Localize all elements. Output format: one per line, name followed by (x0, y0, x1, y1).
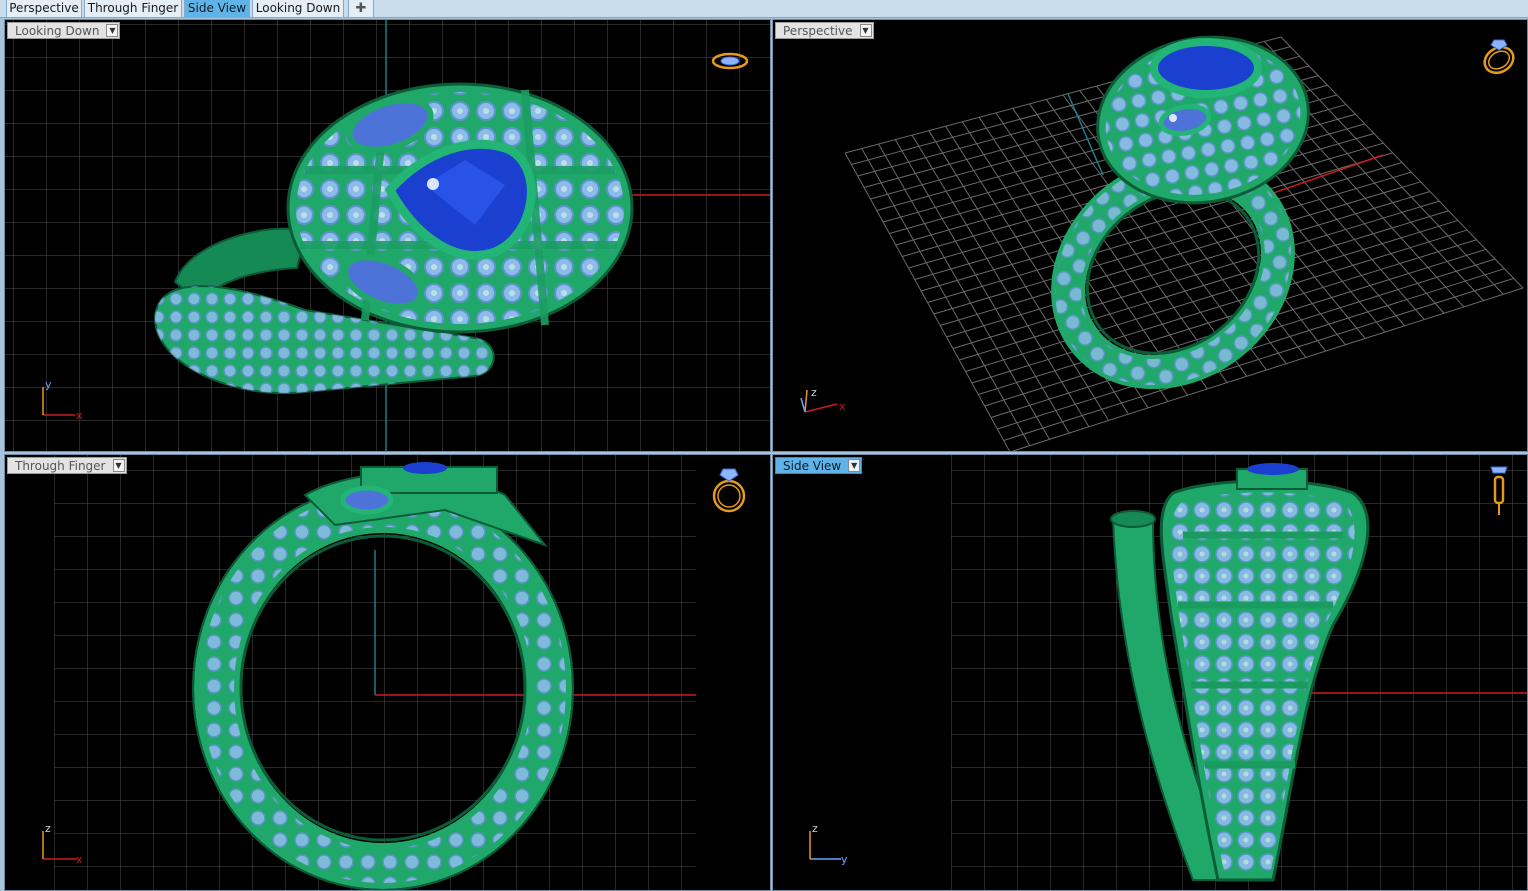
jewelry-cad-window: Perspective Through Finger Side View Loo… (0, 0, 1528, 891)
viewport-label-text: Perspective (783, 24, 853, 38)
gizmo-vertical-label: z (812, 822, 818, 835)
ring-front-orientation-icon[interactable] (712, 468, 746, 513)
plus-icon: ✚ (355, 1, 367, 16)
viewport-side-view[interactable]: z y Side View ▼ (772, 454, 1528, 891)
axis-gizmo: z y (809, 822, 848, 866)
view-tab-bar: Perspective Through Finger Side View Loo… (0, 0, 1528, 18)
gizmo-horizontal-label: x (76, 409, 83, 422)
viewport-label-text: Looking Down (15, 24, 100, 38)
chevron-down-icon[interactable]: ▼ (848, 459, 861, 472)
chevron-down-icon[interactable]: ▼ (106, 24, 119, 37)
gizmo-vertical-label: y (45, 378, 52, 391)
viewport-label-looking-down[interactable]: Looking Down ▼ (7, 22, 121, 39)
viewport-label-text: Side View (783, 459, 842, 473)
viewport-label-through-finger[interactable]: Through Finger ▼ (7, 457, 127, 474)
gizmo-horizontal-label: y (841, 853, 848, 866)
add-tab-button[interactable]: ✚ (348, 0, 374, 18)
ring-perspective-orientation-icon[interactable] (1480, 39, 1518, 78)
gizmo-horizontal-label: x (76, 853, 83, 866)
tab-looking-down[interactable]: Looking Down (252, 0, 344, 18)
viewport-label-perspective[interactable]: Perspective ▼ (775, 22, 874, 39)
looking-down-canvas[interactable]: y x (5, 20, 771, 452)
side-view-canvas[interactable]: z y (773, 455, 1528, 891)
tab-perspective[interactable]: Perspective (6, 0, 82, 18)
gizmo-horizontal-label: x (839, 400, 846, 413)
viewport-through-finger[interactable]: z x Through Finger ▼ (4, 454, 771, 891)
tab-through-finger[interactable]: Through Finger (84, 0, 182, 18)
through-finger-canvas[interactable]: z x (5, 455, 771, 891)
chevron-down-icon[interactable]: ▼ (112, 459, 125, 472)
viewport-label-side-view[interactable]: Side View ▼ (775, 457, 863, 474)
axis-gizmo: z x (800, 386, 846, 413)
gizmo-vertical-label: z (811, 386, 817, 399)
viewport-label-text: Through Finger (15, 459, 106, 473)
gizmo-vertical-label: z (45, 822, 51, 835)
tab-side-view[interactable]: Side View (184, 0, 250, 18)
viewport-looking-down[interactable]: y x Looking Down ▼ (4, 19, 771, 452)
chevron-down-icon[interactable]: ▼ (859, 24, 872, 37)
viewport-perspective[interactable]: z x Perspective ▼ (772, 19, 1528, 452)
perspective-canvas[interactable]: z x (773, 20, 1528, 452)
